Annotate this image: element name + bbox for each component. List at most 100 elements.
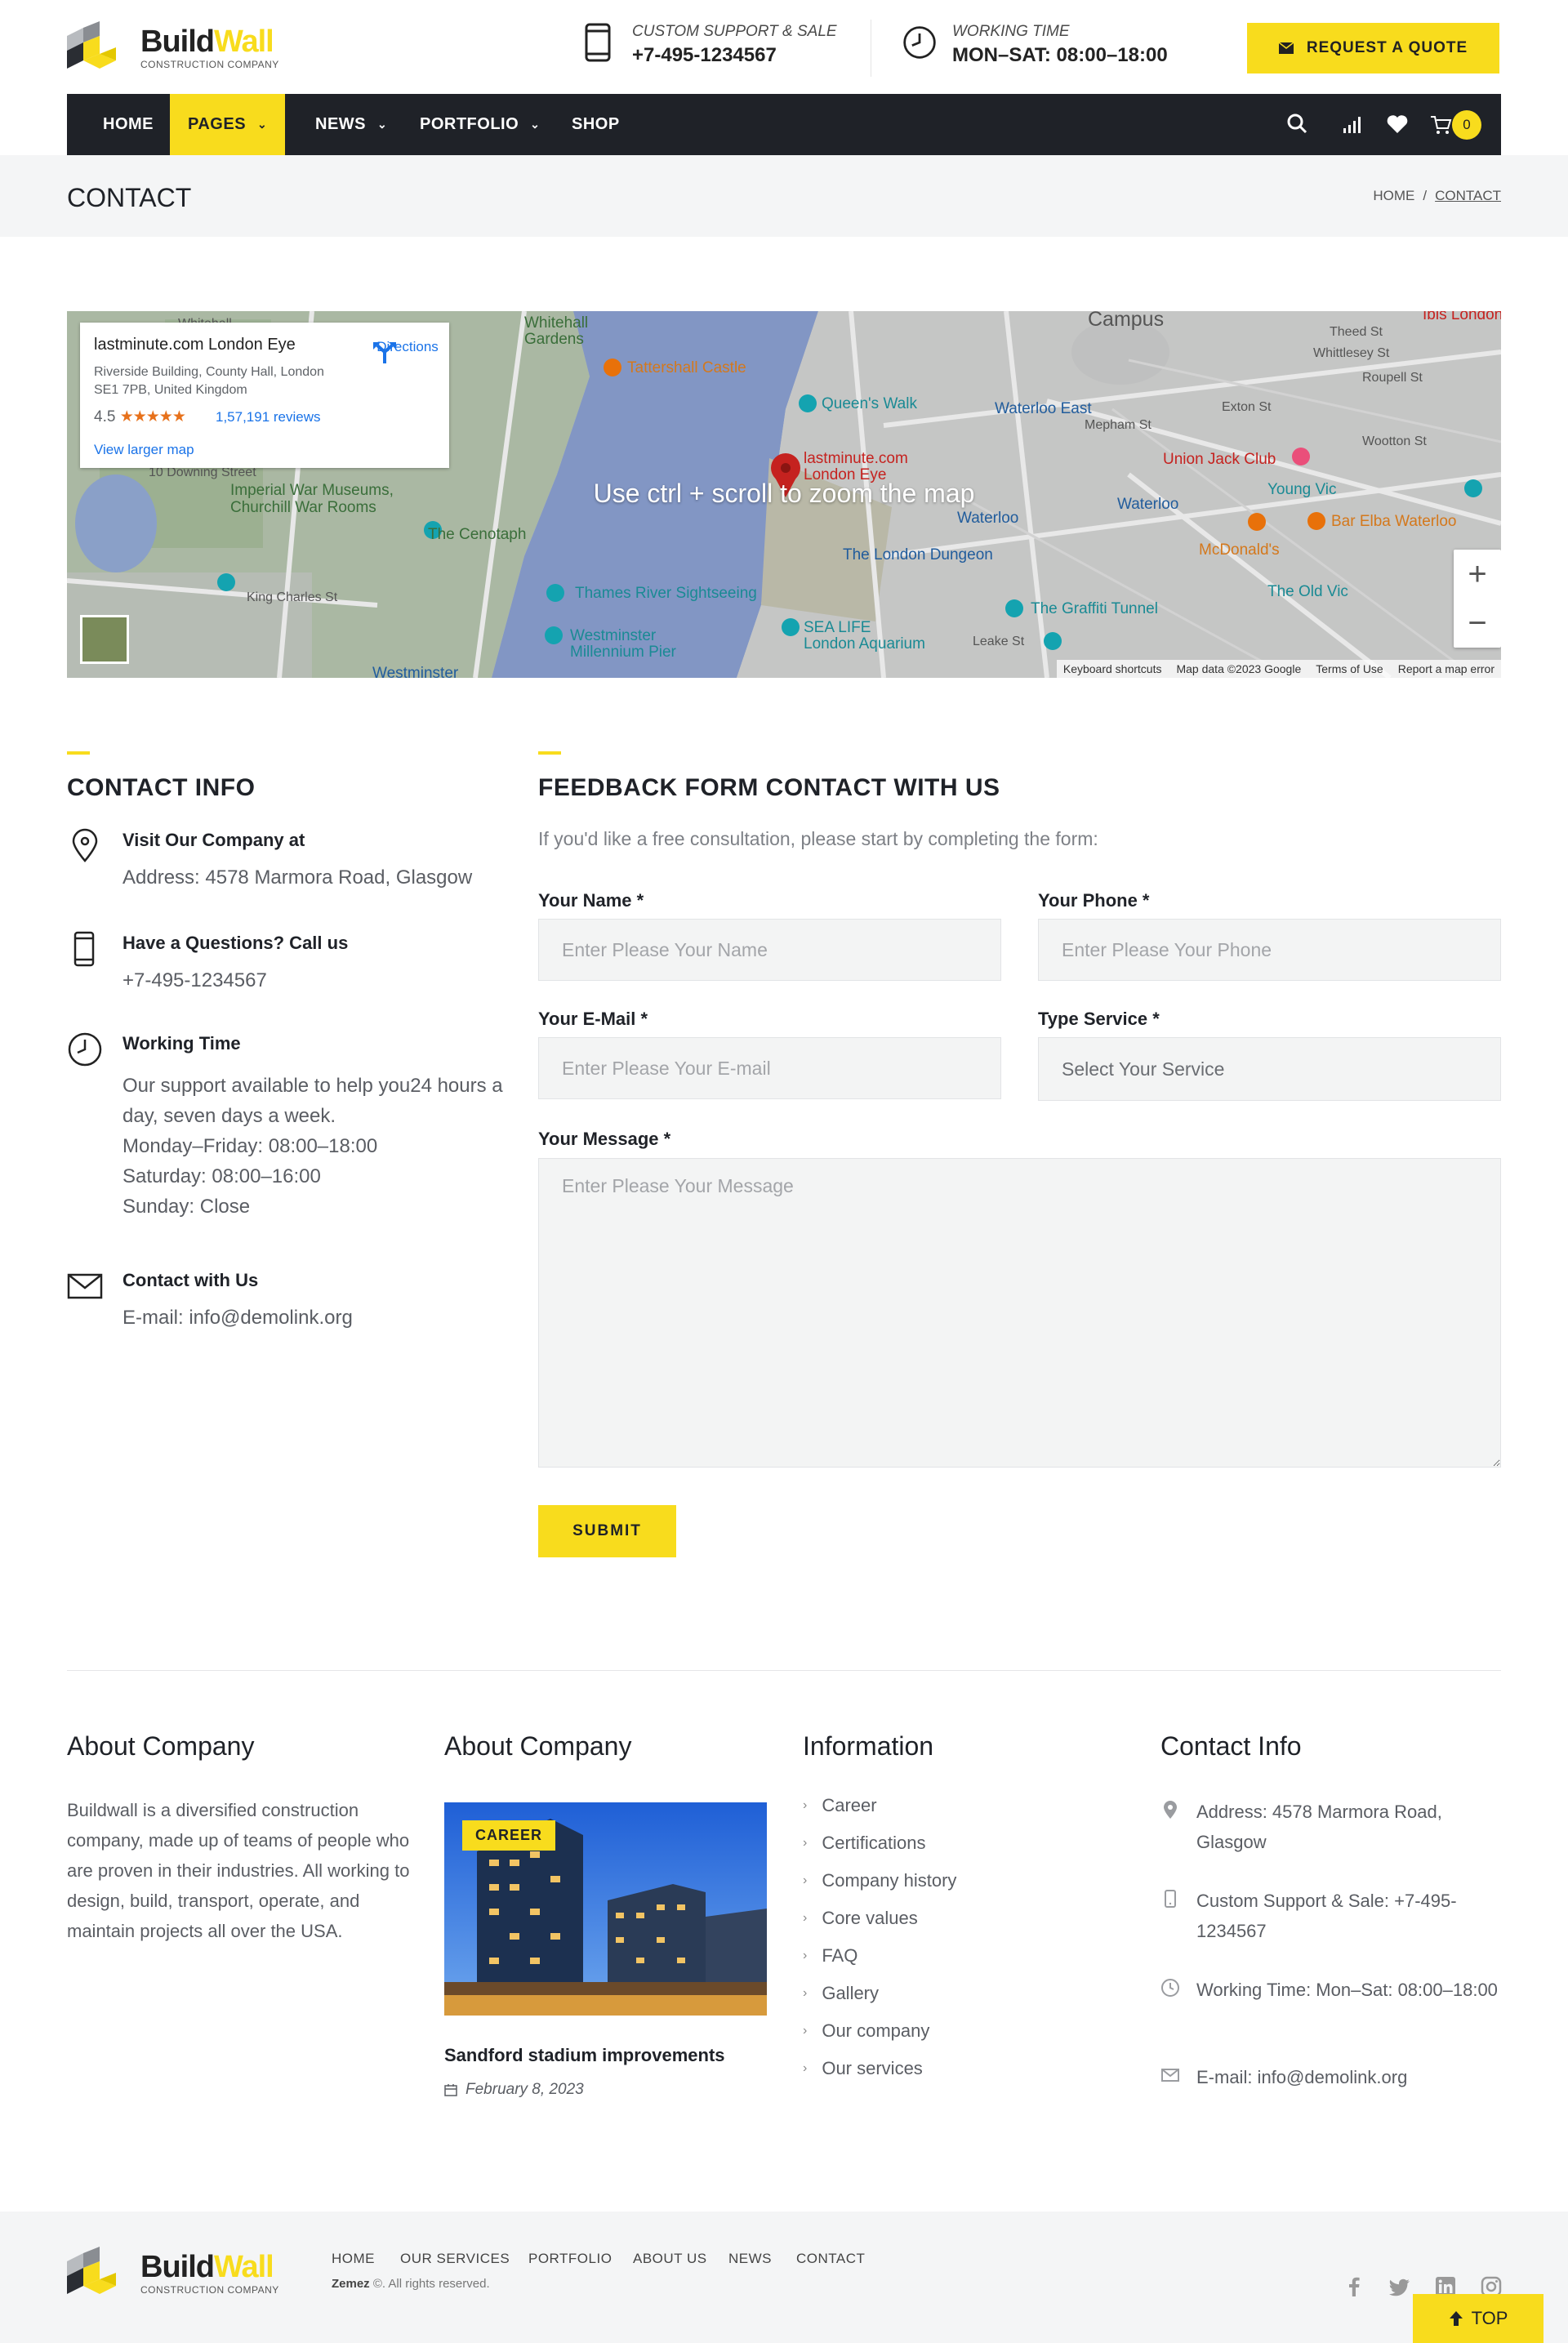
map-place-name: lastminute.com London Eye <box>94 336 296 354</box>
visit-address: Address: 4578 Marmora Road, Glasgow <box>122 866 473 889</box>
svg-text:Mepham St: Mepham St <box>1085 418 1152 432</box>
zoom-in-button[interactable]: + <box>1454 550 1501 599</box>
submit-button[interactable]: SUBMIT <box>538 1505 676 1557</box>
bottom-brand-logo[interactable]: BuildWall CONSTRUCTION COMPANY <box>67 2247 296 2299</box>
email-address[interactable]: E-mail: info@demolink.org <box>122 1303 514 1333</box>
bottom-nav-news[interactable]: NEWS <box>728 2251 772 2267</box>
scroll-to-top-button[interactable]: TOP <box>1413 2294 1544 2343</box>
nav-item-pages[interactable]: PAGES ⌄ <box>170 94 286 155</box>
brand-tagline: CONSTRUCTION COMPANY <box>140 2284 279 2296</box>
mobile-phone-icon <box>74 931 95 967</box>
search-icon[interactable] <box>1285 112 1310 136</box>
chevron-down-icon: ⌄ <box>257 118 268 131</box>
svg-text:lastminute.com: lastminute.com <box>804 450 908 467</box>
map-reviews-link[interactable]: 1,57,191 reviews <box>216 409 321 425</box>
map-report-error[interactable]: Report a map error <box>1398 662 1494 675</box>
map-place-card: lastminute.com London Eye Riverside Buil… <box>80 323 449 468</box>
svg-text:SEA LIFE: SEA LIFE <box>804 619 871 636</box>
info-link-core-values[interactable]: › Core values <box>803 1908 918 1929</box>
satellite-toggle-thumbnail[interactable] <box>80 615 129 664</box>
info-link-company-history[interactable]: › Company history <box>803 1870 956 1891</box>
main-navigation: HOME PAGES ⌄ NEWS ⌄ PORTFOLIO ⌄ SHOP 0 <box>67 94 1501 155</box>
map-keyboard-shortcuts[interactable]: Keyboard shortcuts <box>1063 662 1162 675</box>
chevron-right-icon: › <box>803 1836 808 1850</box>
footer-support-text[interactable]: Custom Support & Sale: +7-495-1234567 <box>1196 1886 1507 1946</box>
map-terms[interactable]: Terms of Use <box>1316 662 1383 675</box>
email-input[interactable] <box>538 1037 1001 1099</box>
footer-divider <box>67 1670 1501 1671</box>
svg-text:The Old Vic: The Old Vic <box>1267 583 1348 600</box>
info-link-faq[interactable]: › FAQ <box>803 1945 858 1967</box>
google-map[interactable]: Whitehall Gardens Imperial War Museums, Ch… <box>67 311 1501 678</box>
arrow-up-icon <box>1449 2311 1463 2326</box>
bottom-nav-our-services[interactable]: OUR SERVICES <box>400 2251 510 2267</box>
info-link-label: Our company <box>822 2020 930 2041</box>
brand-logo[interactable]: BuildWall CONSTRUCTION COMPANY <box>67 21 296 73</box>
chevron-right-icon: › <box>803 2061 808 2075</box>
bottom-nav-contact[interactable]: CONTACT <box>796 2251 865 2267</box>
footer-post-image[interactable]: CAREER <box>444 1802 767 2016</box>
heart-icon[interactable] <box>1385 112 1410 136</box>
breadcrumb-home[interactable]: HOME <box>1373 188 1414 204</box>
request-quote-button[interactable]: REQUEST A QUOTE <box>1247 23 1499 73</box>
feedback-form-title: FEEDBACK FORM CONTACT WITH US <box>538 774 1000 801</box>
call-phone[interactable]: +7-495-1234567 <box>122 965 514 996</box>
bottom-nav-home[interactable]: HOME <box>332 2251 375 2267</box>
info-link-our-services[interactable]: › Our services <box>803 2058 923 2079</box>
email-label: Your E-Mail * <box>538 1009 648 1029</box>
svg-text:Westminster: Westminster <box>570 627 657 644</box>
svg-text:The Graffiti Tunnel: The Graffiti Tunnel <box>1031 600 1158 617</box>
footer-email-text[interactable]: E-mail: info@demolink.org <box>1196 2062 1507 2092</box>
copyright-brand[interactable]: Zemez <box>332 2277 370 2291</box>
footer-post-title[interactable]: Sandford stadium improvements <box>444 2045 725 2066</box>
copyright-text: Zemez ©. All rights reserved. <box>332 2277 490 2291</box>
breadcrumb-current: CONTACT <box>1435 188 1501 203</box>
svg-text:Waterloo: Waterloo <box>957 510 1018 527</box>
bottom-nav-about-us[interactable]: ABOUT US <box>633 2251 707 2267</box>
info-link-our-company[interactable]: › Our company <box>803 2020 929 2042</box>
facebook-icon[interactable] <box>1343 2275 1365 2298</box>
info-link-career[interactable]: › Career <box>803 1795 877 1816</box>
mobile-phone-icon <box>585 23 611 62</box>
service-select[interactable]: Select Your Service <box>1038 1037 1501 1101</box>
contact-info-visit: Visit Our Company at Address: 4578 Marmo… <box>67 828 508 893</box>
compare-bars-icon[interactable] <box>1341 112 1365 136</box>
zoom-out-button[interactable]: − <box>1454 599 1501 648</box>
clock-icon <box>1161 1979 1179 1997</box>
svg-text:Westminster: Westminster <box>372 665 459 678</box>
info-link-label: Core values <box>822 1908 918 1928</box>
support-phone[interactable]: +7-495-1234567 <box>632 44 777 67</box>
service-select-value: Select Your Service <box>1062 1058 1225 1080</box>
working-time-saturday: Saturday: 08:00–16:00 <box>122 1165 321 1187</box>
post-category-badge[interactable]: CAREER <box>462 1820 556 1851</box>
view-larger-map-link[interactable]: View larger map <box>94 442 194 458</box>
svg-text:King Charles St: King Charles St <box>247 590 338 604</box>
twitter-icon[interactable] <box>1388 2275 1411 2298</box>
envelope-icon <box>67 1273 103 1299</box>
working-time-weekdays: Monday–Friday: 08:00–18:00 <box>122 1135 378 1157</box>
phone-input[interactable] <box>1038 919 1501 981</box>
brand-name-part2: Wall <box>213 24 274 59</box>
svg-text:Leake St: Leake St <box>973 635 1025 648</box>
working-time-sunday: Sunday: Close <box>122 1196 251 1218</box>
svg-text:Theed St: Theed St <box>1330 325 1383 339</box>
info-link-gallery[interactable]: › Gallery <box>803 1983 879 2004</box>
info-link-certifications[interactable]: › Certifications <box>803 1833 925 1854</box>
nav-item-portfolio[interactable]: PORTFOLIO ⌄ <box>400 94 558 155</box>
cart-count-badge[interactable]: 0 <box>1452 110 1481 140</box>
nav-item-shop[interactable]: SHOP <box>552 94 638 155</box>
nav-item-news[interactable]: NEWS ⌄ <box>296 94 405 155</box>
working-time-heading: Working Time <box>122 1033 241 1053</box>
directions-button[interactable]: Directions <box>371 339 444 363</box>
cart-icon[interactable] <box>1429 112 1454 136</box>
svg-text:London Aquarium: London Aquarium <box>804 635 925 653</box>
envelope-icon <box>1161 2069 1179 2082</box>
nav-item-home[interactable]: HOME <box>67 94 172 155</box>
call-heading: Have a Questions? Call us <box>122 933 349 953</box>
contact-info-call: Have a Questions? Call us +7-495-1234567 <box>67 931 508 996</box>
bottom-nav-portfolio[interactable]: PORTFOLIO <box>528 2251 612 2267</box>
name-input[interactable] <box>538 919 1001 981</box>
footer-contact-address: Address: 4578 Marmora Road, Glasgow <box>1160 1797 1503 1862</box>
support-label: CUSTOM SUPPORT & SALE <box>632 23 837 40</box>
message-textarea[interactable] <box>538 1158 1501 1468</box>
